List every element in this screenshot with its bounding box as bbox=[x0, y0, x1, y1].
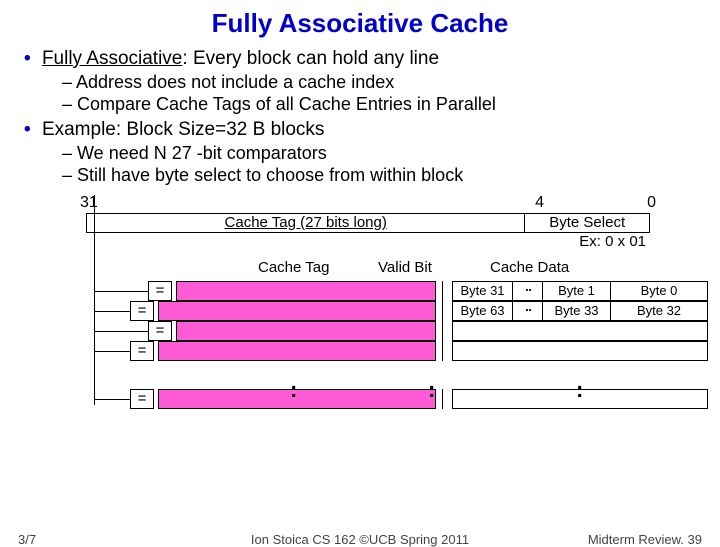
valid-bit-column bbox=[442, 281, 443, 361]
header-cache-data: Cache Data bbox=[490, 259, 569, 276]
bullet-1b: – Compare Cache Tags of all Cache Entrie… bbox=[62, 93, 696, 116]
bullet-1-term: Fully Associative bbox=[42, 48, 182, 69]
header-valid-bit: Valid Bit bbox=[378, 259, 432, 276]
cache-tag-row-4 bbox=[158, 341, 436, 361]
bullet-2: • Example: Block Size=32 B blocks bbox=[24, 118, 696, 142]
ellipsis-data: : bbox=[576, 377, 583, 403]
data-cell: Byte 0 bbox=[611, 282, 707, 300]
ellipsis-tag: : bbox=[290, 377, 297, 403]
bit-hi: 31 bbox=[80, 193, 98, 213]
valid-bit-column-n bbox=[442, 389, 443, 409]
slide-body: • Fully Associative: Every block can hol… bbox=[0, 39, 720, 253]
byte-select-field: Byte Select bbox=[525, 214, 649, 232]
cache-tag-row-3 bbox=[176, 321, 436, 341]
comparator-2: = bbox=[130, 301, 154, 321]
slide-title: Fully Associative Cache bbox=[0, 0, 720, 39]
comparator-3: = bbox=[148, 321, 172, 341]
data-ellipsis: . . bbox=[513, 302, 543, 320]
tag-wire-1 bbox=[94, 291, 148, 292]
bullet-1a: – Address does not include a cache index bbox=[62, 71, 696, 94]
data-cell: Byte 1 bbox=[543, 282, 611, 300]
tag-field: Cache Tag (27 bits long) bbox=[87, 214, 525, 232]
bullet-2a: – We need N 27 -bit comparators bbox=[62, 142, 696, 165]
header-cache-tag: Cache Tag bbox=[258, 259, 329, 276]
data-ellipsis: . . bbox=[513, 282, 543, 300]
data-cell: Byte 33 bbox=[543, 302, 611, 320]
tag-wire-3 bbox=[94, 331, 148, 332]
data-cell: Byte 32 bbox=[611, 302, 707, 320]
tag-wire-2 bbox=[94, 311, 130, 312]
cache-data-row-4 bbox=[452, 341, 708, 361]
bullet-dot: • bbox=[24, 119, 31, 140]
tag-wire-4 bbox=[94, 351, 130, 352]
cache-tag-row-1 bbox=[176, 281, 436, 301]
comparator-4: = bbox=[130, 341, 154, 361]
tag-wire-vertical bbox=[94, 195, 95, 405]
data-cell: Byte 63 bbox=[453, 302, 513, 320]
comparator-n: = bbox=[130, 389, 154, 409]
tag-wire-5 bbox=[94, 399, 130, 400]
address-bitfield: 31 4 0 Cache Tag (27 bits long) Byte Sel… bbox=[80, 193, 656, 253]
bullet-1-rest: : Every block can hold any line bbox=[182, 48, 439, 69]
bullet-2-text: Example: Block Size=32 B blocks bbox=[42, 119, 325, 140]
bit-lo: 0 bbox=[647, 193, 656, 213]
bullet-1: • Fully Associative: Every block can hol… bbox=[24, 47, 696, 71]
comparator-1: = bbox=[148, 281, 172, 301]
bullet-dot: • bbox=[24, 48, 31, 69]
cache-data-row-1: Byte 31 . . Byte 1 Byte 0 bbox=[452, 281, 708, 301]
cache-data-row-3 bbox=[452, 321, 708, 341]
cache-data-row-2: Byte 63 . . Byte 33 Byte 32 bbox=[452, 301, 708, 321]
byte-select-example: Ex: 0 x 01 bbox=[579, 233, 646, 252]
data-cell: Byte 31 bbox=[453, 282, 513, 300]
bitfield-row: Cache Tag (27 bits long) Byte Select bbox=[86, 213, 650, 233]
bit-mid: 4 bbox=[535, 193, 544, 213]
bullet-2b: – Still have byte select to choose from … bbox=[62, 164, 696, 187]
ellipsis-valid: : bbox=[428, 377, 435, 403]
cache-diagram: Cache Tag Valid Bit Cache Data = = = = =… bbox=[20, 259, 720, 459]
cache-tag-row-2 bbox=[158, 301, 436, 321]
